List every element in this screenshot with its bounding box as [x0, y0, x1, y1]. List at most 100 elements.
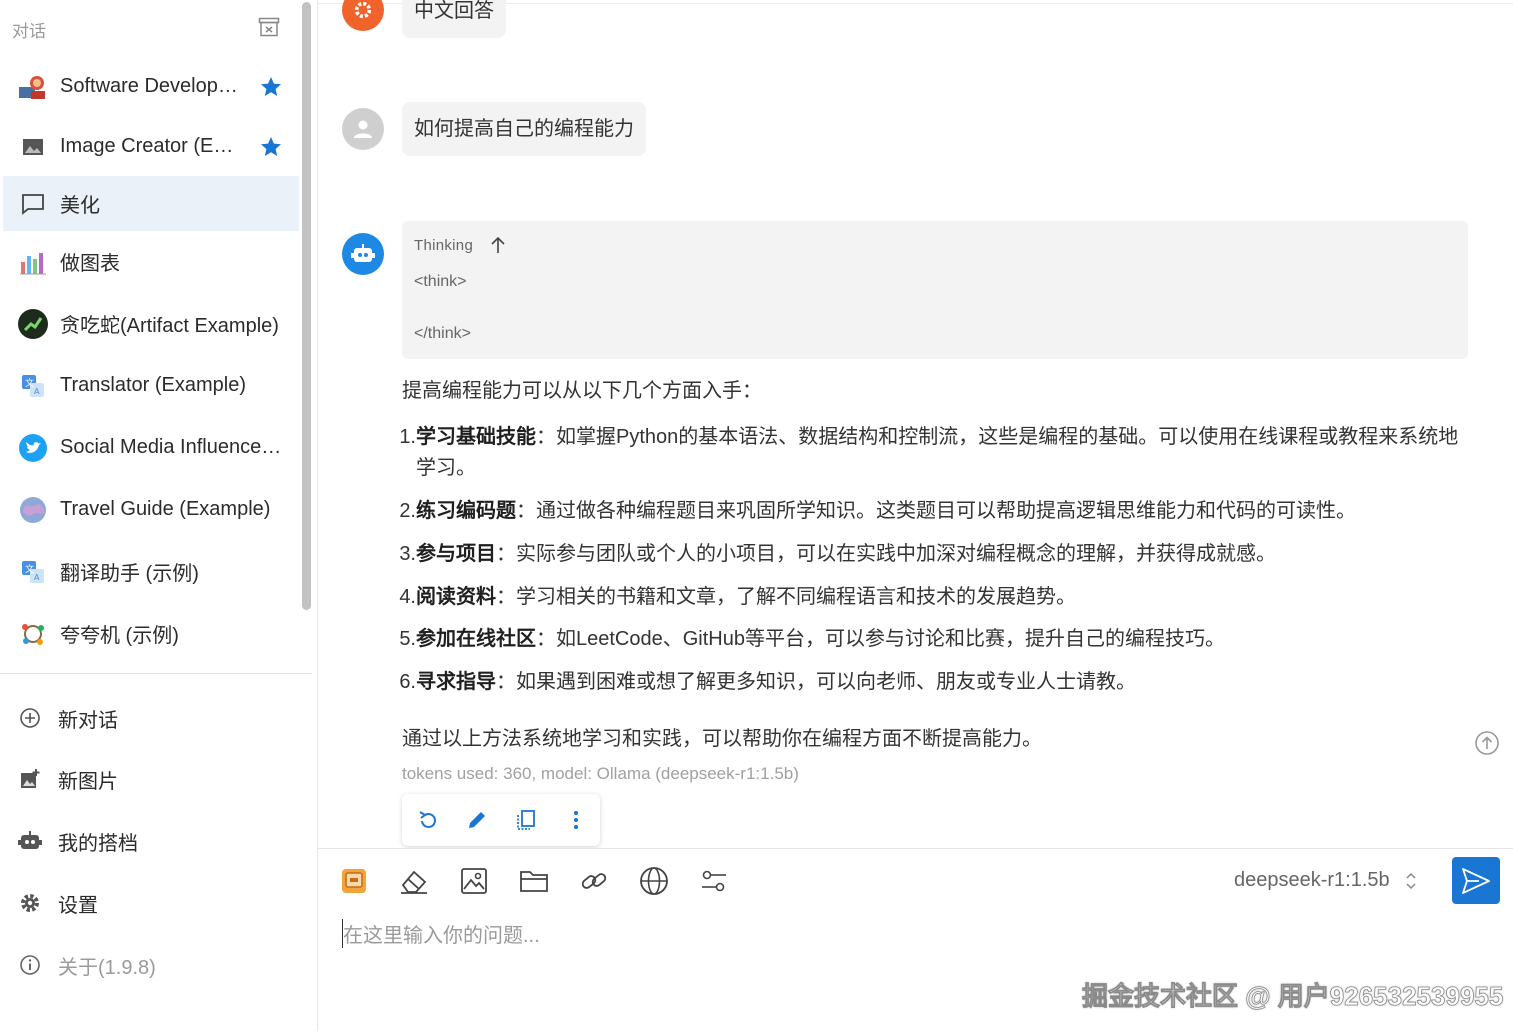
globe-travel-icon: [17, 494, 49, 526]
conversation-item[interactable]: 文A Translator (Example): [3, 358, 299, 413]
conversation-item[interactable]: 贪吃蛇(Artifact Example): [3, 296, 299, 351]
conversation-item[interactable]: Software Develop…: [3, 59, 299, 114]
watermark: 掘金技术社区 @ 用户926532539955: [1082, 981, 1504, 1012]
model-selector[interactable]: deepseek-r1:1.5b: [1234, 869, 1390, 892]
pencil-icon: [469, 812, 485, 828]
star-icon[interactable]: [259, 135, 283, 159]
translate-icon: 文A: [17, 370, 49, 402]
about-button[interactable]: 关于(1.9.8): [0, 937, 300, 993]
list-item-title: 寻求指导: [416, 671, 496, 693]
send-icon: [1462, 867, 1490, 894]
conversation-item[interactable]: 夸夸机 (示例): [3, 606, 299, 661]
message-actions: [402, 794, 600, 846]
sliders-icon: [702, 870, 726, 892]
globe-icon: [640, 867, 668, 895]
list-item-title: 参与项目: [416, 543, 496, 565]
conversation-label: 夸夸机 (示例): [60, 625, 179, 647]
conversation-label: Travel Guide (Example): [60, 498, 271, 520]
regenerate-button[interactable]: [415, 807, 441, 833]
list-item: 1. 学习基础技能：如掌握Python的基本语法、数据结构和控制流，这些是编程的…: [399, 426, 1459, 479]
more-button[interactable]: [563, 807, 589, 833]
conversation-item[interactable]: 做图表: [3, 234, 299, 289]
my-copilots-label: 我的搭档: [58, 832, 138, 855]
image-icon: [17, 131, 49, 163]
settings-label: 设置: [58, 894, 98, 917]
conversation-item[interactable]: Social Media Influence…: [3, 420, 299, 475]
list-item-text: ：如LeetCode、GitHub等平台，可以参与讨论和比赛，提升自己的编程技巧…: [536, 628, 1225, 650]
attach-file-button[interactable]: [518, 865, 550, 897]
conversation-item[interactable]: Image Creator (E…: [3, 119, 299, 174]
my-copilots-button[interactable]: 我的搭档: [0, 813, 300, 869]
sidebar-scrollbar[interactable]: [302, 2, 311, 610]
answer-intro: 提高编程能力可以从以下几个方面入手：: [402, 380, 762, 402]
assistant-avatar: [342, 233, 384, 275]
arrow-up-icon[interactable]: [490, 236, 506, 254]
sidebar-header: 对话: [12, 22, 46, 41]
list-item-title: 参加在线社区: [416, 628, 536, 650]
copy-icon: [517, 810, 535, 830]
list-item-text: ：如掌握Python的基本语法、数据结构和控制流，这些是编程的基础。可以使用在线…: [416, 426, 1459, 479]
link-icon: [581, 873, 607, 889]
insert-link-button[interactable]: [578, 865, 610, 897]
conversation-item-active[interactable]: 美化: [3, 176, 299, 231]
insert-image-button[interactable]: [458, 865, 490, 897]
list-item: 4. 阅读资料：学习相关的书籍和文章，了解不同编程语言和技术的发展趋势。: [399, 586, 1076, 608]
add-circle-icon: [18, 706, 42, 730]
user-message-bubble: 如何提高自己的编程能力: [402, 102, 646, 156]
answer-outro: 通过以上方法系统地学习和实践，可以帮助你在编程方面不断提高能力。: [402, 728, 1042, 750]
conversation-label: 贪吃蛇(Artifact Example): [60, 315, 279, 337]
chat-panel: 中文回答 如何提高自己的编程能力 Thinking <think> </thin…: [318, 0, 1513, 1032]
new-chat-button[interactable]: 新对话: [0, 690, 300, 746]
scroll-to-top-icon[interactable]: [1474, 730, 1500, 756]
input-area: deepseek-r1:1.5b 在这里输入你的问题... 掘金技术社区 @ 用…: [318, 848, 1513, 1032]
more-vertical-icon: [574, 811, 578, 829]
edit-button[interactable]: [464, 807, 490, 833]
conversation-label: 做图表: [60, 253, 120, 275]
gear-icon: [18, 891, 42, 915]
clear-context-button[interactable]: [398, 865, 430, 897]
new-image-button[interactable]: 新图片: [0, 751, 300, 807]
conversation-label: 翻译助手 (示例): [60, 563, 199, 585]
chat-settings-button[interactable]: [698, 865, 730, 897]
list-item: 6. 寻求指导：如果遇到困难或想了解更多知识，可以向老师、朋友或专业人士请教。: [399, 671, 1136, 693]
developer-avatar-icon: [17, 71, 49, 103]
robot-icon: [18, 829, 42, 853]
settings-button[interactable]: 设置: [0, 875, 300, 931]
about-label: 关于(1.9.8): [58, 956, 156, 979]
person-icon: [354, 120, 372, 138]
copilot-selector[interactable]: [338, 865, 370, 897]
thinking-close-tag: </think>: [414, 325, 471, 342]
image-icon: [461, 868, 487, 894]
copy-button[interactable]: [513, 807, 539, 833]
conversation-label: Image Creator (E…: [60, 135, 234, 157]
list-item-title: 学习基础技能: [416, 426, 536, 448]
thinking-block[interactable]: Thinking <think> </think>: [402, 221, 1468, 359]
list-item: 2. 练习编码题：通过做各种编程题目来巩固所学知识。这类题目可以帮助提高逻辑思维…: [399, 500, 1356, 522]
list-item-text: ：学习相关的书籍和文章，了解不同编程语言和技术的发展趋势。: [496, 586, 1076, 608]
copilot-avatar: [342, 0, 384, 31]
thinking-title: Thinking: [414, 237, 474, 254]
list-item-text: ：通过做各种编程题目来巩固所学知识。这类题目可以帮助提高逻辑思维能力和代码的可读…: [516, 500, 1356, 522]
svg-text:文: 文: [25, 563, 34, 575]
copilot-icon: [342, 869, 366, 893]
folder-icon: [520, 871, 548, 892]
svg-text:A: A: [34, 387, 40, 396]
list-item-text: ：如果遇到困难或想了解更多知识，可以向老师、朋友或专业人士请教。: [496, 671, 1136, 693]
message-input[interactable]: 在这里输入你的问题...: [342, 919, 540, 948]
add-photo-icon: [18, 767, 42, 791]
web-browsing-button[interactable]: [638, 865, 670, 897]
conversation-item[interactable]: Travel Guide (Example): [3, 482, 299, 537]
chart-icon: [17, 246, 49, 278]
send-button[interactable]: [1452, 857, 1500, 904]
star-icon[interactable]: [259, 75, 283, 99]
archive-icon[interactable]: [258, 17, 280, 37]
unfold-icon[interactable]: [1404, 870, 1418, 892]
robot-icon: [351, 244, 375, 262]
previous-message-bubble: 中文回答: [402, 0, 506, 38]
token-usage: tokens used: 360, model: Ollama (deepsee…: [402, 764, 799, 783]
conversation-item[interactable]: 文A 翻译助手 (示例): [3, 544, 299, 599]
sidebar: 对话 Software Develop… Image Creator (E… 美…: [0, 0, 318, 1031]
conversation-label: Social Media Influence…: [60, 436, 282, 458]
list-item-text: ：实际参与团队或个人的小项目，可以在实践中加深对编程概念的理解，并获得成就感。: [496, 543, 1276, 565]
twitter-icon: [17, 432, 49, 464]
